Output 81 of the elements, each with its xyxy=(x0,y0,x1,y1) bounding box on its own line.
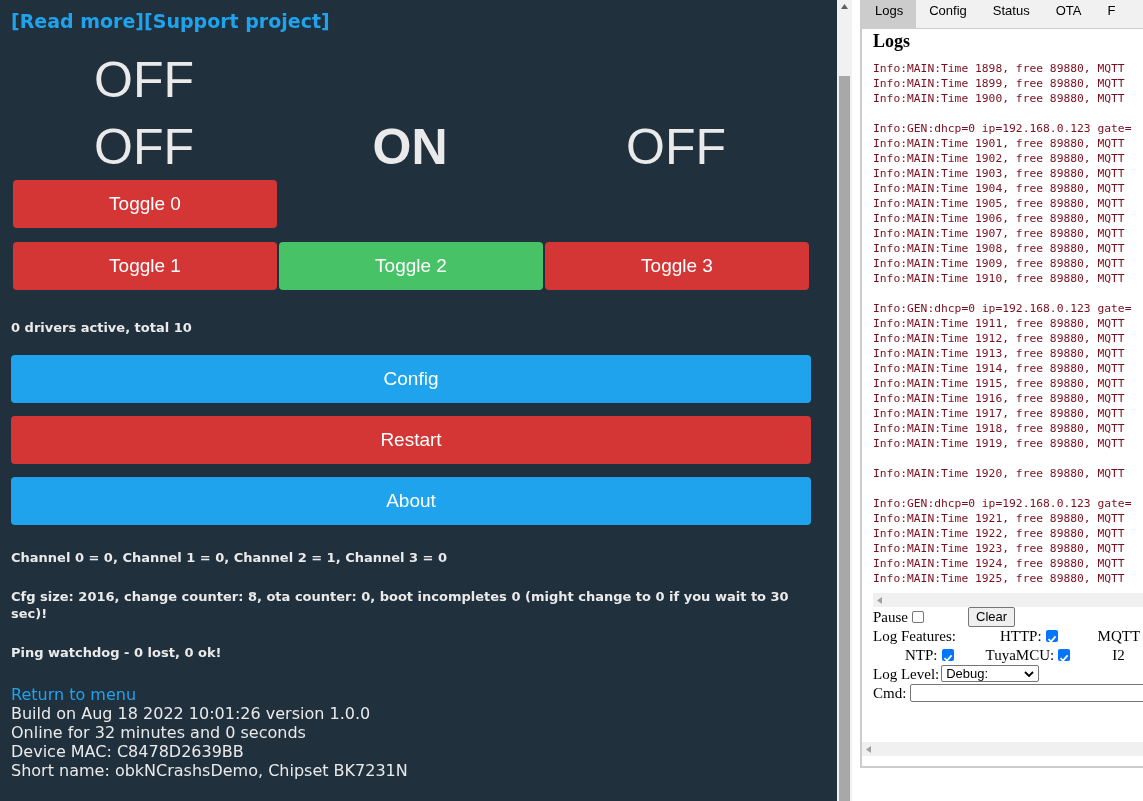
log-line: Info:MAIN:Time 1912, free 89880, MQTT xyxy=(873,331,1126,346)
scroll-left-icon[interactable] xyxy=(866,746,871,753)
log-line: Info:MAIN:Time 1904, free 89880, MQTT xyxy=(873,181,1126,196)
dropdown-caret-icon xyxy=(1024,670,1035,677)
footer-text: Device MAC: C8478D2639BB xyxy=(11,742,245,761)
log-line: Info:MAIN:Time 1898, free 89880, MQTT xyxy=(873,61,1126,76)
feature-label: HTTP: xyxy=(999,626,1042,646)
checkbox[interactable] xyxy=(1045,629,1058,642)
tab[interactable]: F xyxy=(1094,0,1129,28)
header-link[interactable]: [Read more] xyxy=(11,10,145,32)
channel-state: ON xyxy=(371,117,449,176)
panel-heading: Logs xyxy=(873,31,911,53)
channel-state: OFF xyxy=(625,117,727,176)
toggle-button[interactable]: Toggle 3 xyxy=(545,242,809,290)
scrollbar-thumb[interactable] xyxy=(839,76,850,801)
menu-button[interactable]: Restart xyxy=(11,416,811,464)
features-label: Log Features: xyxy=(873,626,956,646)
toggle-button[interactable]: Toggle 0 xyxy=(13,180,277,228)
feature-label: TuyaMCU: xyxy=(985,645,1055,665)
tab[interactable]: Config xyxy=(916,0,980,28)
info-text: Cfg size: 2016, change counter: 8, ota counter: 0, boot incompletes 0 (might change to 0 if you wait to 30 sec)! xyxy=(11,588,790,622)
log-line: Info:MAIN:Time 1921, free 89880, MQTT xyxy=(873,511,1126,526)
log-line: Info:MAIN:Time 1924, free 89880, MQTT xyxy=(873,556,1126,571)
log-line: Info:MAIN:Time 1918, free 89880, MQTT xyxy=(873,421,1126,436)
log-line: Info:MAIN:Time 1920, free 89880, MQTT xyxy=(873,466,1126,481)
scroll-left-icon[interactable] xyxy=(877,597,882,604)
checkbox[interactable] xyxy=(941,648,954,661)
menu-button[interactable]: Config xyxy=(11,355,811,403)
log-line: Info:GEN:dhcp=0 ip=192.168.0.123 gate= xyxy=(873,301,1133,316)
log-line: Info:MAIN:Time 1919, free 89880, MQTT xyxy=(873,436,1126,451)
log-line: Info:MAIN:Time 1905, free 89880, MQTT xyxy=(873,196,1126,211)
log-line: Info:MAIN:Time 1914, free 89880, MQTT xyxy=(873,361,1126,376)
footer-text: Online for 32 minutes and 0 seconds xyxy=(11,723,307,742)
log-line: Info:MAIN:Time 1910, free 89880, MQTT xyxy=(873,271,1126,286)
log-level-select[interactable]: Debug: xyxy=(941,665,1040,682)
clear-button[interactable]: Clear xyxy=(968,606,1016,627)
drivers-text: 0 drivers active, total 10 xyxy=(11,320,193,335)
footer-text: Build on Aug 18 2022 10:01:26 version 1.0.0 xyxy=(11,704,372,723)
checkbox[interactable] xyxy=(912,610,924,623)
info-text: Ping watchdog - 0 lost, 0 ok! xyxy=(11,644,223,661)
log-line: Info:GEN:dhcp=0 ip=192.168.0.123 gate= xyxy=(873,121,1133,136)
footer-text: Short name: obkNCrashsDemo, Chipset BK7231N xyxy=(11,761,409,780)
log-line: Info:MAIN:Time 1906, free 89880, MQTT xyxy=(873,211,1126,226)
info-text: Channel 0 = 0, Channel 1 = 0, Channel 2 = 1, Channel 3 = 0 xyxy=(11,549,449,566)
log-line: Info:MAIN:Time 1925, free 89880, MQTT xyxy=(873,571,1126,586)
tab[interactable]: Logs xyxy=(862,0,917,28)
select-value: Debug: xyxy=(946,664,989,683)
feature-label: NTP: xyxy=(905,645,938,665)
log-line: Info:MAIN:Time 1903, free 89880, MQTT xyxy=(873,166,1126,181)
checkbox[interactable] xyxy=(1058,648,1071,661)
log-line: Info:MAIN:Time 1922, free 89880, MQTT xyxy=(873,526,1126,541)
log-line: Info:MAIN:Time 1913, free 89880, MQTT xyxy=(873,346,1126,361)
log-line: Info:MAIN:Time 1909, free 89880, MQTT xyxy=(873,256,1126,271)
log-line: Info:MAIN:Time 1911, free 89880, MQTT xyxy=(873,316,1126,331)
cmd-label: Cmd: xyxy=(873,683,907,703)
feature-label: MQTT xyxy=(1097,626,1141,646)
log-line: Info:MAIN:Time 1915, free 89880, MQTT xyxy=(873,376,1126,391)
scroll-up-icon[interactable] xyxy=(841,4,848,9)
log-line: Info:MAIN:Time 1900, free 89880, MQTT xyxy=(873,91,1126,106)
log-level-label: Log Level: xyxy=(873,664,940,684)
cmd-field[interactable] xyxy=(910,683,1143,702)
header-link[interactable]: [Support project] xyxy=(144,10,330,32)
log-line: Info:MAIN:Time 1899, free 89880, MQTT xyxy=(873,76,1126,91)
log-line: Info:MAIN:Time 1901, free 89880, MQTT xyxy=(873,136,1126,151)
toggle-button[interactable]: Toggle 1 xyxy=(13,242,277,290)
log-line: Info:MAIN:Time 1916, free 89880, MQTT xyxy=(873,391,1126,406)
log-line: Info:MAIN:Time 1923, free 89880, MQTT xyxy=(873,541,1126,556)
channel-state: OFF xyxy=(93,117,195,176)
log-line: Info:MAIN:Time 1917, free 89880, MQTT xyxy=(873,406,1126,421)
menu-button[interactable]: About xyxy=(11,477,811,525)
tab[interactable]: Status xyxy=(979,0,1043,28)
log-line: Info:MAIN:Time 1907, free 89880, MQTT xyxy=(873,226,1126,241)
log-line: Info:MAIN:Time 1902, free 89880, MQTT xyxy=(873,151,1126,166)
log-line: Info:MAIN:Time 1908, free 89880, MQTT xyxy=(873,241,1126,256)
return-link[interactable]: Return to menu xyxy=(11,685,137,704)
channel-state: OFF xyxy=(93,50,195,109)
feature-label: I2 xyxy=(1112,645,1125,665)
tab[interactable]: OTA xyxy=(1042,0,1095,28)
horizontal-scrollbar[interactable] xyxy=(862,742,1143,756)
pause-label: Pause xyxy=(873,607,908,627)
log-line: Info:GEN:dhcp=0 ip=192.168.0.123 gate= xyxy=(873,496,1133,511)
